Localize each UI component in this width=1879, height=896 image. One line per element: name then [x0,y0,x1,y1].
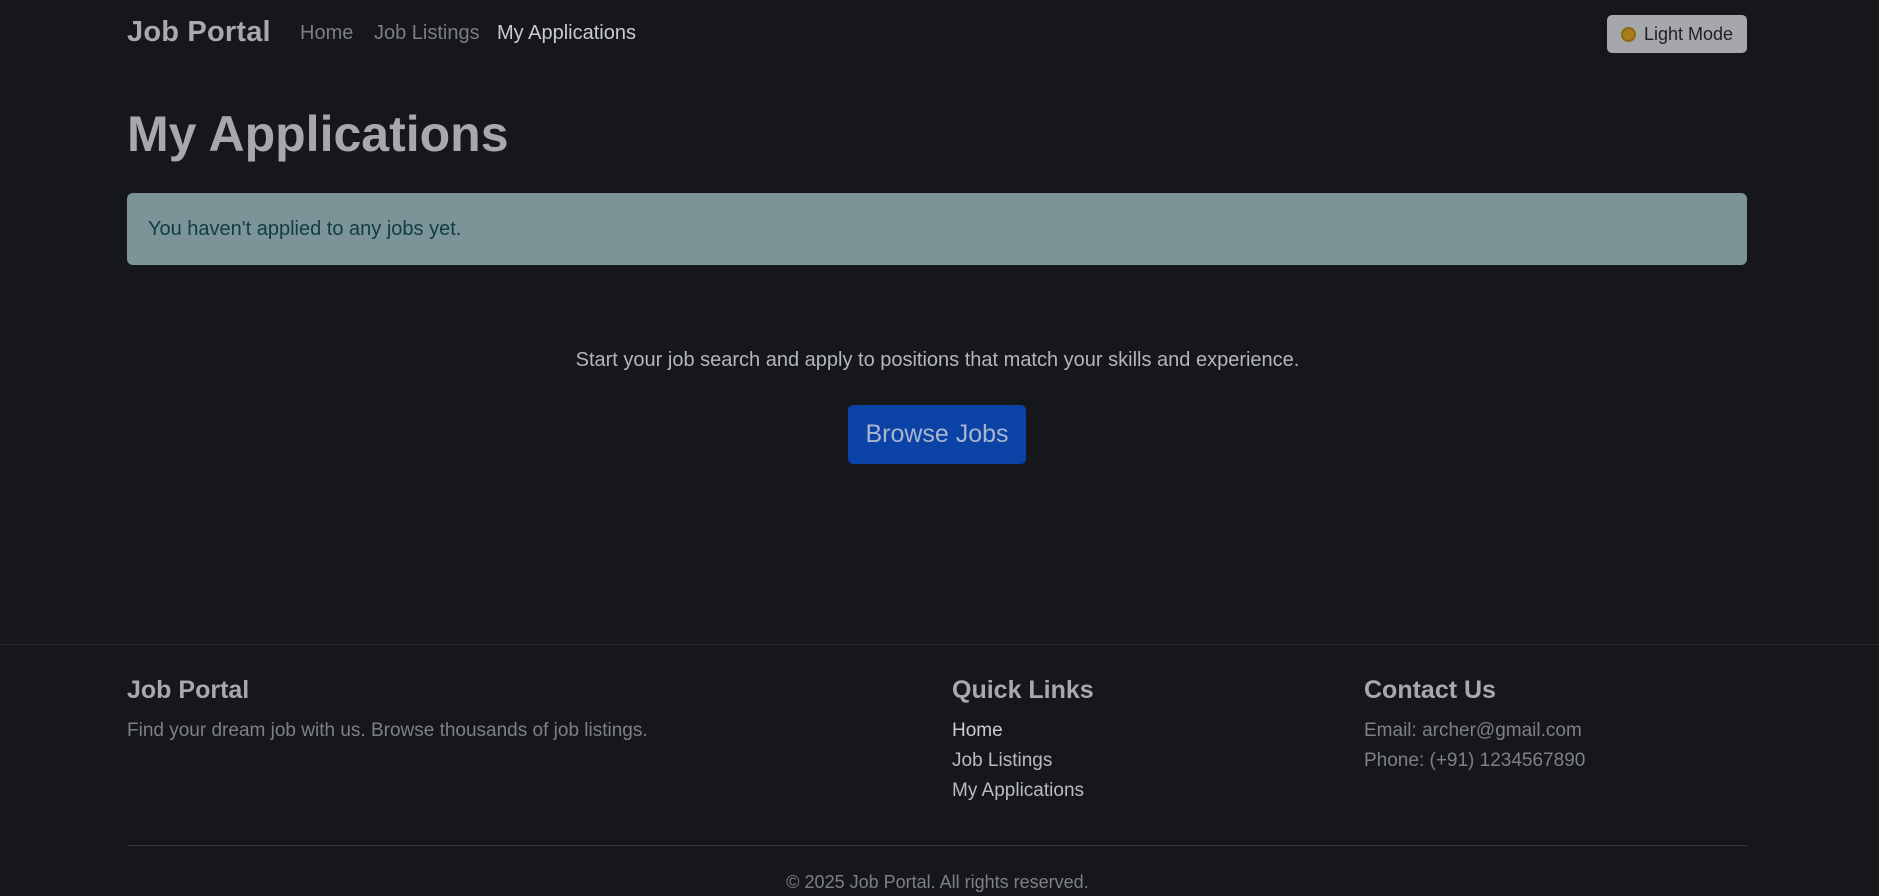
navbar: Job Portal Home Job Listings My Applicat… [0,0,1879,68]
empty-state-text: Start your job search and apply to posit… [575,349,1300,371]
footer-about-heading: Job Portal [127,676,250,704]
footer-about-text: Find your dream job with us. Browse thou… [127,720,648,741]
sun-icon [1620,26,1636,42]
alert-text: You haven't applied to any jobs yet. [148,217,462,240]
footer-divider [0,644,1879,645]
footer-link-job-listings[interactable]: Job Listings [952,750,1052,772]
theme-toggle-label: Light Mode [1643,23,1734,44]
copyright-text: © 2025 Job Portal. All rights reserved. [786,872,1089,892]
empty-applications-alert: You haven't applied to any jobs yet. [127,193,1747,265]
page-title: My Applications [127,106,509,162]
browse-jobs-button[interactable]: Browse Jobs [848,405,1026,464]
footer-contact-phone: Phone: (+91) 1234567890 [1364,750,1586,771]
brand-logo[interactable]: Job Portal [127,16,271,49]
footer-contact-heading: Contact Us [1364,676,1496,704]
footer-bottom-divider [127,845,1747,846]
footer-quick-links-heading: Quick Links [952,676,1094,704]
theme-toggle-button[interactable]: Light Mode [1607,15,1747,53]
footer-contact-email: Email: archer@gmail.com [1364,720,1582,741]
footer-link-my-applications[interactable]: My Applications [952,780,1084,802]
nav-my-applications-link[interactable]: My Applications [497,22,636,45]
nav-job-listings-link[interactable]: Job Listings [374,22,480,45]
nav-home-link[interactable]: Home [300,22,353,45]
footer-link-home[interactable]: Home [952,720,1003,742]
